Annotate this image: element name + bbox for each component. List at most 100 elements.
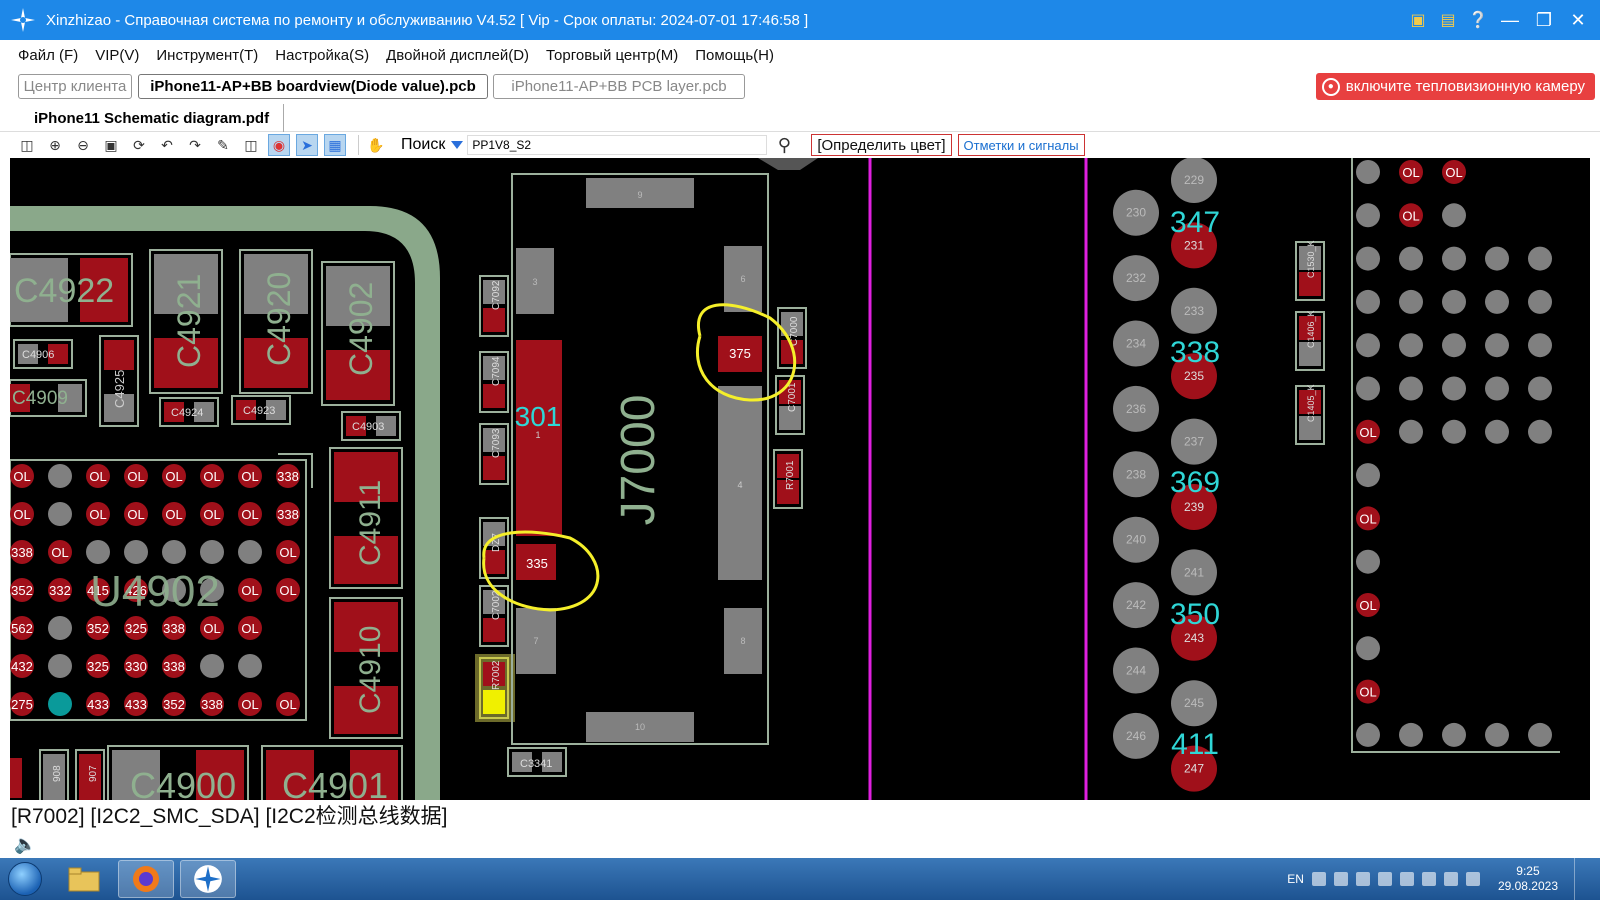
speaker-icon[interactable]: 🔈 [14, 834, 36, 854]
bga-ball[interactable] [1485, 333, 1509, 358]
bga-ball[interactable] [1356, 333, 1380, 358]
bga-ball[interactable] [238, 540, 262, 564]
signal-icon[interactable] [1443, 872, 1458, 886]
tray-app-icon[interactable] [1311, 872, 1326, 886]
language-indicator[interactable]: EN [1287, 872, 1304, 886]
restore-icon[interactable]: ❐ [1532, 8, 1556, 32]
bga-ball[interactable] [1528, 333, 1552, 358]
menu-store[interactable]: Торговый центр(M) [546, 47, 678, 64]
search-dropdown-icon[interactable] [451, 141, 464, 149]
paint-icon[interactable]: ✎ [212, 134, 234, 156]
clock[interactable]: 9:25 29.08.2023 [1498, 864, 1558, 894]
bga-ball[interactable] [48, 616, 72, 640]
show-desktop-button[interactable] [1574, 858, 1588, 900]
shop-icon[interactable]: ▣ [1408, 10, 1428, 30]
zoom-in-icon[interactable]: ⊕ [44, 134, 66, 156]
bga-ball[interactable] [200, 540, 224, 564]
bga-ball[interactable] [1485, 289, 1509, 314]
bga-ball[interactable] [1356, 463, 1380, 488]
menu-vip[interactable]: VIP(V) [95, 47, 139, 64]
bga-ball[interactable] [1356, 722, 1380, 747]
tray-network-icon[interactable] [1355, 872, 1370, 886]
refresh-icon[interactable]: ⟳ [128, 134, 150, 156]
bga-ball[interactable] [1528, 722, 1552, 747]
menu-settings[interactable]: Настройка(S) [275, 47, 369, 64]
bga-ball[interactable] [1356, 289, 1380, 314]
bga-ball[interactable] [48, 692, 72, 716]
j7000-connector[interactable]: 9 3 1 6 4 7 8 10 J7000 301 375 335 [511, 158, 818, 745]
tray-usb-icon[interactable] [1377, 872, 1392, 886]
bga-ball[interactable] [1356, 376, 1380, 401]
bga-ball[interactable] [1442, 246, 1466, 271]
bga-ball[interactable] [1485, 419, 1509, 444]
bga-ball[interactable] [1356, 636, 1380, 661]
menu-file[interactable]: Файл (F) [18, 47, 78, 64]
start-button[interactable] [0, 858, 50, 900]
hand-icon[interactable]: ✋ [365, 134, 387, 156]
bga-ball[interactable] [48, 502, 72, 526]
rotate-left-icon[interactable]: ↶ [156, 134, 178, 156]
search-icon[interactable]: ⚲ [773, 134, 795, 156]
menu-dual-display[interactable]: Двойной дисплей(D) [386, 47, 529, 64]
tab-client-center[interactable]: Центр клиента [18, 74, 132, 99]
split-view-icon[interactable]: ◫ [16, 134, 38, 156]
minimize-icon[interactable]: — [1498, 8, 1522, 32]
tray-display-icon[interactable] [1399, 872, 1414, 886]
bga-ball[interactable] [1399, 246, 1423, 271]
bga-ball[interactable] [1442, 289, 1466, 314]
bga-ball[interactable] [1528, 246, 1552, 271]
menu-tools[interactable]: Инструмент(T) [156, 47, 258, 64]
menu-help[interactable]: Помощь(H) [695, 47, 774, 64]
xinzhizao-task[interactable] [180, 860, 236, 898]
volume-icon[interactable] [1465, 872, 1480, 886]
bga-ball[interactable] [1399, 419, 1423, 444]
close-icon[interactable]: ✕ [1566, 8, 1590, 32]
thermal-camera-button[interactable]: ● включите тепловизионную камеру [1315, 73, 1595, 100]
bga-ball[interactable] [1485, 722, 1509, 747]
tab-schematic-pdf[interactable]: iPhone11 Schematic diagram.pdf [12, 104, 285, 132]
bga-ball[interactable] [1356, 246, 1380, 271]
bga-ball[interactable] [1442, 333, 1466, 358]
bga-ball[interactable] [162, 540, 186, 564]
bga-ball[interactable] [1485, 376, 1509, 401]
identify-color-button[interactable]: [Определить цвет] [811, 134, 952, 156]
mirror-icon[interactable]: ◫ [240, 134, 262, 156]
bga-ball[interactable] [1399, 289, 1423, 314]
bga-ball[interactable] [200, 654, 224, 678]
bga-ball[interactable] [238, 654, 262, 678]
calendar-icon[interactable]: ▤ [1438, 10, 1458, 30]
help-icon[interactable]: ❔ [1468, 10, 1488, 30]
bga-ball[interactable] [1356, 203, 1380, 228]
bga-ball[interactable] [1442, 722, 1466, 747]
bga-ball[interactable] [48, 464, 72, 488]
tray-device-icon[interactable] [1421, 872, 1436, 886]
bga-ball[interactable] [1528, 289, 1552, 314]
bga-ball[interactable] [1399, 722, 1423, 747]
firefox-task[interactable] [118, 860, 174, 898]
bga-ball[interactable] [124, 540, 148, 564]
rotate-right-icon[interactable]: ↷ [184, 134, 206, 156]
marks-signals-button[interactable]: Отметки и сигналы [957, 134, 1085, 156]
bga-ball[interactable] [1399, 333, 1423, 358]
bga-ball[interactable] [1356, 549, 1380, 574]
bga-ball[interactable] [86, 540, 110, 564]
layer-icon[interactable]: ▦ [324, 134, 346, 156]
search-input[interactable] [467, 135, 768, 155]
bga-ball[interactable] [1528, 419, 1552, 444]
bga-ball[interactable] [1528, 376, 1552, 401]
board-svg[interactable]: C4922 C4921 C4920 C4902 C4906 C4925 C490… [10, 158, 1590, 800]
bga-ball[interactable] [48, 654, 72, 678]
bga-ball[interactable] [1442, 376, 1466, 401]
probe-black-icon[interactable]: ➤ [296, 134, 318, 156]
explorer-task[interactable] [56, 860, 112, 898]
tab-pcb-layer[interactable]: iPhone11-AP+BB PCB layer.pcb [493, 74, 745, 99]
tab-boardview[interactable]: iPhone11-AP+BB boardview(Diode value).pc… [138, 74, 488, 99]
bga-ball[interactable] [1485, 246, 1509, 271]
tray-flag-icon[interactable] [1333, 872, 1348, 886]
bga-ball[interactable] [1442, 203, 1466, 228]
zoom-out-icon[interactable]: ⊖ [72, 134, 94, 156]
bga-ball[interactable] [1399, 376, 1423, 401]
bga-ball[interactable] [1442, 419, 1466, 444]
bga-ball[interactable] [1356, 160, 1380, 184]
fit-screen-icon[interactable]: ▣ [100, 134, 122, 156]
